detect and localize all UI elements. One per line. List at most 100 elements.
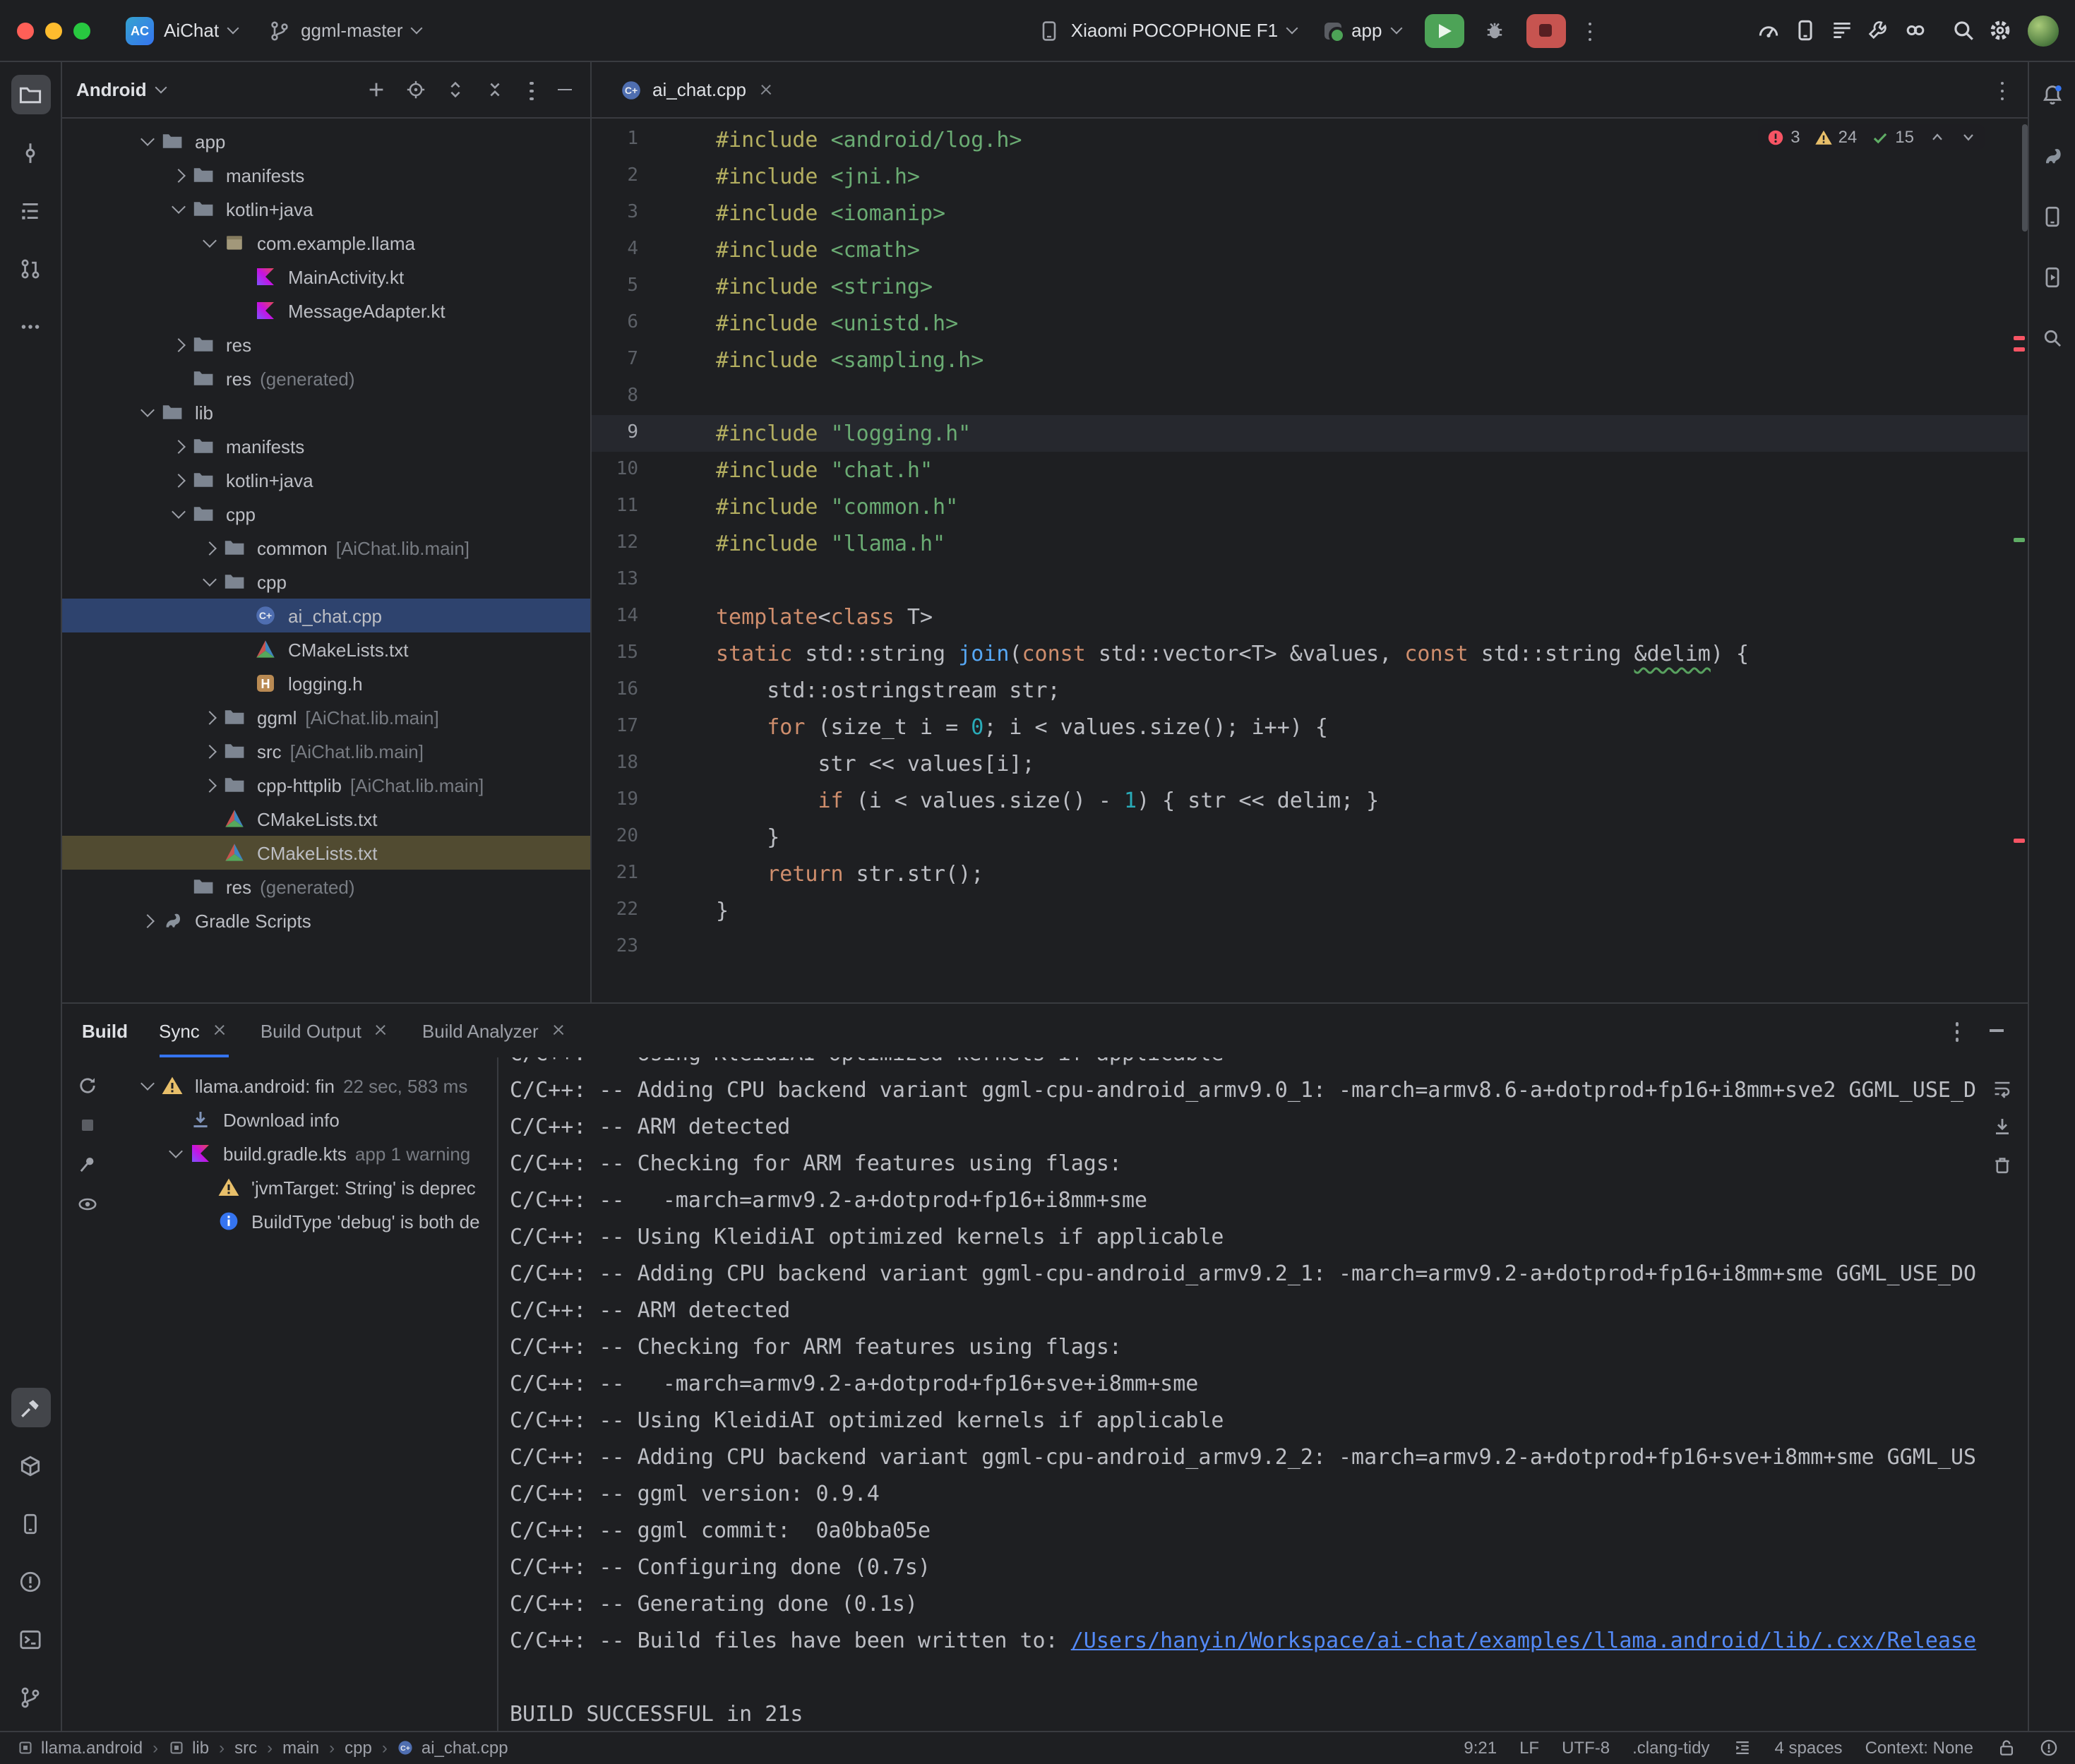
project-tree-item[interactable]: CMakeLists.txt (62, 802, 590, 836)
line-number[interactable]: 23 (592, 929, 638, 966)
project-tree-item[interactable]: cpp (62, 565, 590, 599)
code-line[interactable]: 17 for (size_t i = 0; i < values.size();… (592, 709, 2027, 745)
settings-gear-icon[interactable] (1982, 12, 2019, 49)
project-tree-item[interactable]: src[AiChat.lib.main] (62, 734, 590, 768)
add-icon[interactable] (361, 76, 390, 104)
line-number[interactable]: 14 (592, 599, 638, 635)
build-tab-sync[interactable]: Sync (159, 1004, 229, 1057)
line-number[interactable]: 20 (592, 819, 638, 856)
user-avatar[interactable] (2027, 15, 2058, 46)
error-stripe-mark[interactable] (2013, 336, 2024, 340)
chevron-down-icon[interactable] (167, 192, 192, 226)
sync-tree-item[interactable]: build.gradle.ktsapp 1 warning (113, 1136, 497, 1170)
breadcrumb-item[interactable]: cpp (345, 1739, 372, 1758)
code-line[interactable]: 5#include <string> (592, 268, 2027, 305)
project-tree-item[interactable]: kotlin+java (62, 192, 590, 226)
code-line[interactable]: 10#include "chat.h" (592, 452, 2027, 488)
stop-sync-icon[interactable] (71, 1108, 104, 1142)
line-number[interactable]: 9 (592, 415, 638, 452)
code-line[interactable]: 19 if (i < values.size() - 1) { str << d… (592, 782, 2027, 819)
project-tree-item[interactable]: Gradle Scripts (62, 904, 590, 937)
profiler-icon[interactable] (1750, 12, 1787, 49)
prev-problem-icon[interactable] (1928, 128, 1945, 145)
next-problem-icon[interactable] (1959, 128, 1976, 145)
pin-icon[interactable] (71, 1148, 104, 1182)
build-tab-build-output[interactable]: Build Output (261, 1004, 391, 1057)
chevron-down-icon[interactable] (136, 1069, 161, 1103)
code-style-config[interactable]: .clang-tidy (1632, 1739, 1709, 1758)
close-icon[interactable] (371, 1021, 391, 1040)
locate-file-icon[interactable] (401, 76, 429, 104)
code-editor[interactable]: 1#include <android/log.h>2#include <jni.… (592, 119, 2027, 1002)
sdk-manager-icon[interactable] (1860, 12, 1897, 49)
packages-tool-icon[interactable] (11, 1446, 50, 1485)
chevron-right-icon[interactable] (167, 328, 192, 361)
chevron-right-icon[interactable] (167, 463, 192, 497)
chevron-right-icon[interactable] (136, 904, 161, 937)
panel-options-icon[interactable] (520, 77, 542, 102)
code-line[interactable]: 9#include "logging.h" (592, 415, 2027, 452)
close-icon[interactable] (549, 1021, 568, 1040)
chevron-right-icon[interactable] (167, 429, 192, 463)
line-number[interactable]: 8 (592, 378, 638, 415)
show-details-eye-icon[interactable] (71, 1187, 104, 1221)
chevron-right-icon[interactable] (198, 531, 223, 565)
project-tree-item[interactable]: res(generated) (62, 870, 590, 904)
build-tab-build-analyzer[interactable]: Build Analyzer (422, 1004, 568, 1057)
chevron-down-icon[interactable] (198, 226, 223, 260)
lock-icon[interactable] (1996, 1739, 2016, 1758)
tab-options-icon[interactable] (1990, 77, 2013, 102)
indent-size[interactable]: 4 spaces (1775, 1739, 1843, 1758)
project-tree-item[interactable]: manifests (62, 429, 590, 463)
warnings-badge[interactable]: 24 (1814, 127, 1858, 147)
editor-tab-ai-chat-cpp[interactable]: C+ ai_chat.cpp (603, 62, 793, 117)
context-indicator[interactable]: Context: None (1865, 1739, 1973, 1758)
structure-tool-icon[interactable] (11, 191, 50, 230)
problems-tool-icon[interactable] (11, 1561, 50, 1601)
close-icon[interactable] (756, 80, 776, 100)
line-separator[interactable]: LF (1519, 1739, 1539, 1758)
code-line[interactable]: 13 (592, 562, 2027, 599)
hide-panel-icon[interactable] (554, 78, 576, 101)
line-number[interactable]: 19 (592, 782, 638, 819)
vcs-stripe-mark[interactable] (2013, 538, 2024, 541)
code-line[interactable]: 6#include <unistd.h> (592, 305, 2027, 342)
app-inspection-icon[interactable] (2032, 318, 2071, 357)
build-output-path-link[interactable]: /Users/hanyin/Workspace/ai-chat/examples… (1071, 1628, 1976, 1653)
project-tree-item[interactable]: app (62, 124, 590, 158)
device-selector[interactable]: Xiaomi POCOPHONE F1 (1029, 15, 1306, 46)
chevron-right-icon[interactable] (198, 700, 223, 734)
code-line[interactable]: 23 (592, 929, 2027, 966)
build-tool-icon[interactable] (11, 1388, 50, 1427)
project-tree-item[interactable]: cpp-httplib[AiChat.lib.main] (62, 768, 590, 802)
scroll-to-end-icon[interactable] (1985, 1110, 2019, 1144)
project-tree-item[interactable]: ggml[AiChat.lib.main] (62, 700, 590, 734)
project-tree-item[interactable]: com.example.llama (62, 226, 590, 260)
editor-scrollbar[interactable] (2021, 124, 2027, 232)
emulator-icon[interactable] (1897, 12, 1934, 49)
code-line[interactable]: 11#include "common.h" (592, 488, 2027, 525)
rerun-sync-icon[interactable] (71, 1069, 104, 1103)
chevron-down-icon[interactable] (167, 497, 192, 531)
project-tree-item[interactable]: lib (62, 395, 590, 429)
code-line[interactable]: 7#include <sampling.h> (592, 342, 2027, 378)
line-number[interactable]: 1 (592, 121, 638, 158)
code-line[interactable]: 4#include <cmath> (592, 232, 2027, 268)
sync-tree-item[interactable]: llama.android: fin22 sec, 583 ms (113, 1069, 497, 1103)
clear-console-icon[interactable] (1985, 1148, 2019, 1182)
stop-button[interactable] (1526, 13, 1565, 47)
project-tree-item[interactable]: Hlogging.h (62, 666, 590, 700)
project-tree-item[interactable]: CMakeLists.txt (62, 632, 590, 666)
line-number[interactable]: 7 (592, 342, 638, 378)
error-indicator-icon[interactable] (2038, 1739, 2058, 1758)
code-line[interactable]: 15static std::string join(const std::vec… (592, 635, 2027, 672)
line-number[interactable]: 3 (592, 195, 638, 232)
code-line[interactable]: 16 std::ostringstream str; (592, 672, 2027, 709)
project-tree-item[interactable]: cpp (62, 497, 590, 531)
close-window-button[interactable] (17, 22, 34, 39)
line-number[interactable]: 22 (592, 892, 638, 929)
indent-icon[interactable] (1733, 1739, 1752, 1758)
line-number[interactable]: 21 (592, 856, 638, 892)
chevron-right-icon[interactable] (167, 158, 192, 192)
build-output-console[interactable]: C/C++: -- Using KleidiAI optimized kerne… (497, 1057, 2027, 1731)
